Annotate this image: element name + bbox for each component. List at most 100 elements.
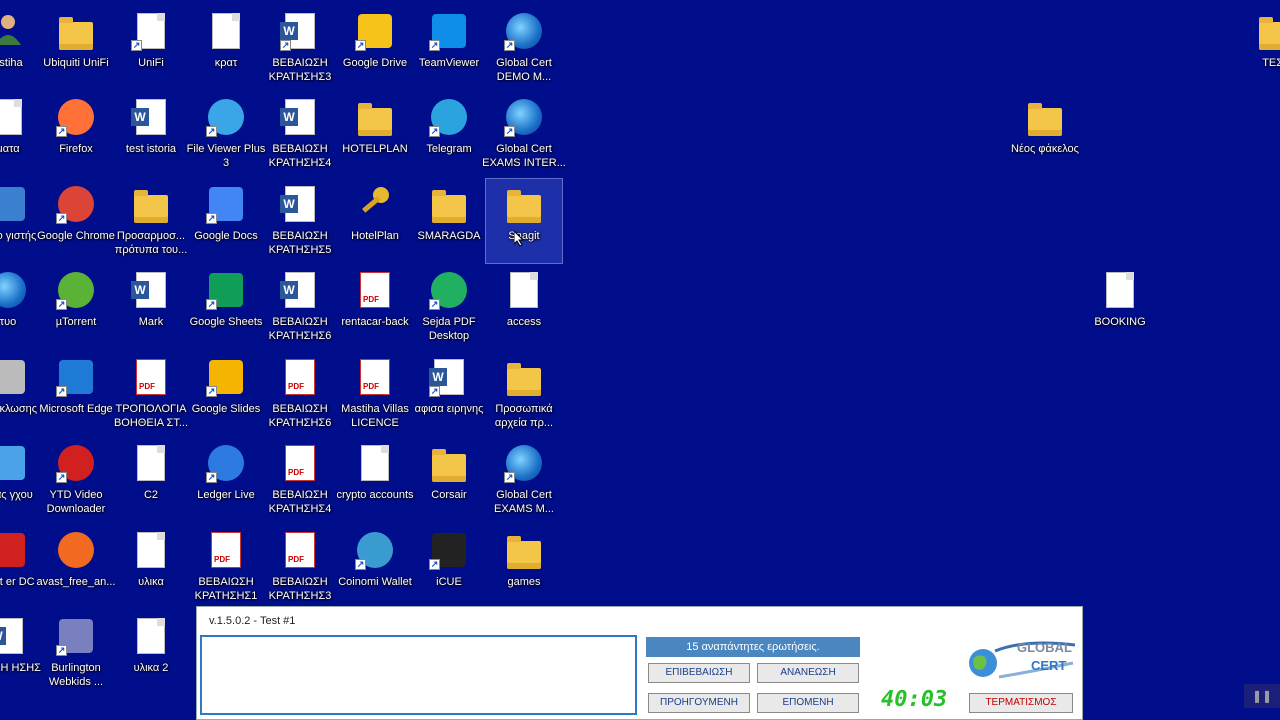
desktop-icon[interactable]: ↗ Telegram	[411, 92, 487, 176]
desktop-icon[interactable]: Corsair	[411, 438, 487, 522]
desktop-icon-label: Google Slides	[191, 403, 261, 415]
desktop-icon-label: Firefox	[59, 143, 93, 155]
desktop-icon-label: avast_free_an...	[36, 576, 116, 588]
confirm-button[interactable]: ΕΠΙΒΕΒΑΙΩΣΗ	[648, 663, 750, 683]
desktop-icon-label: Burlington Webkids ...	[48, 662, 104, 688]
shortcut-arrow-icon: ↗	[429, 40, 440, 51]
desktop-icon[interactable]: ↗ Google Drive	[337, 6, 413, 90]
desktop-icon[interactable]: W Mark	[113, 265, 189, 349]
desktop-icon-label: ΒΕΒΑΙΩΣΗ ΚΡΑΤΗΣΗΣ3	[268, 576, 332, 602]
finish-button[interactable]: ΤΕΡΜΑΤΙΣΜΟΣ	[969, 693, 1073, 713]
folder-icon	[503, 529, 545, 571]
desktop-icon[interactable]: υλικα 2	[113, 611, 189, 695]
desktop-icon[interactable]: ↗ TeamViewer	[411, 6, 487, 90]
desktop-icon[interactable]: W ΒΕΒΑΙΩΣΗ ΚΡΑΤΗΣΗΣ4	[262, 92, 338, 176]
desktop-icon[interactable]: ↗ iCUE	[411, 525, 487, 609]
desktop-icon[interactable]: ↗ Global Cert EXAMS M...	[486, 438, 562, 522]
desktop-icon-label: Corsair	[431, 489, 467, 501]
desktop-icon[interactable]: Snagit	[485, 178, 563, 264]
desktop-icon[interactable]: access	[486, 265, 562, 349]
desktop-icon[interactable]: ↗ µTorrent	[38, 265, 114, 349]
desktop-icon[interactable]: PDF ΒΕΒΑΙΩΣΗ ΚΡΑΤΗΣΗΣ6	[262, 352, 338, 436]
desktop-icon[interactable]: ↗ Google Docs	[188, 179, 264, 263]
desktop-icon[interactable]: Wtest istoria	[113, 92, 189, 176]
folder-icon	[130, 183, 172, 225]
word-document-icon: W	[279, 269, 321, 311]
next-button[interactable]: ΕΠΟΜΕΝΗ	[757, 693, 859, 713]
desktop-icon[interactable]: PDF ΒΕΒΑΙΩΣΗ ΚΡΑΤΗΣΗΣ1	[188, 525, 264, 609]
globe-icon	[0, 269, 29, 311]
desktop-icon[interactable]: W ΒΕΒΑΙΩΣΗ ΚΡΑΤΗΣΗΣ6	[262, 265, 338, 349]
shortcut-arrow-icon: ↗	[56, 126, 67, 137]
desktop-icon[interactable]: PDF ΤΡΟΠΟΛΟΓΙΑ ΒΟΗΘΕΙΑ ΣΤ...	[113, 352, 189, 436]
desktop-icon[interactable]: ↗ Firefox	[38, 92, 114, 176]
desktop-icon[interactable]: ↗ YTD Video Downloader	[38, 438, 114, 522]
app-icon: ↗	[55, 96, 97, 138]
previous-button[interactable]: ΠΡΟΗΓΟΥΜΕΝΗ	[648, 693, 750, 713]
word-document-icon: W	[279, 183, 321, 225]
desktop-icon[interactable]: ↗ Burlington Webkids ...	[38, 611, 114, 695]
app-icon: ↗	[205, 269, 247, 311]
app-icon: ↗	[428, 269, 470, 311]
desktop-icon-label: SMARAGDA	[417, 230, 481, 242]
desktop-icon[interactable]: ΤΕΣΤ	[1238, 6, 1280, 90]
desktop-icon-label: test istoria	[125, 143, 177, 155]
desktop-icon-label: ΤΡΟΠΟΛΟΓΙΑ ΒΟΗΘΕΙΑ ΣΤ...	[113, 403, 189, 429]
desktop-icon[interactable]: HOTELPLAN	[337, 92, 413, 176]
desktop-icon[interactable]: ↗ Global Cert DEMO M...	[486, 6, 562, 90]
desktop-icon-label: ΒΕΒΑΙΩΣΗ ΚΡΑΤΗΣΗΣ6	[268, 316, 332, 342]
desktop-icon[interactable]: W ΒΕΒΑΙΩΣΗ ΚΡΑΤΗΣΗΣ5	[262, 179, 338, 263]
desktop-icon[interactable]: ↗ UniFi	[113, 6, 189, 90]
desktop-icon[interactable]: BOOKING	[1082, 265, 1158, 349]
countdown-timer: 40:03	[881, 687, 948, 712]
desktop-icon[interactable]: ↗ Coinomi Wallet	[337, 525, 413, 609]
desktop-icon[interactable]: W ↗ αφισα ειρηνης	[411, 352, 487, 436]
desktop-icon[interactable]: crypto accounts	[336, 438, 414, 522]
desktop-icon[interactable]: W ↗ ΒΕΒΑΙΩΣΗ ΚΡΑΤΗΣΗΣ3	[262, 6, 338, 90]
word-document-icon: W ↗	[279, 10, 321, 52]
desktop-icon[interactable]: ↗ Google Slides	[188, 352, 264, 436]
desktop-icon-label: ΤΕΣΤ	[1262, 57, 1280, 69]
desktop-icon[interactable]: κρατ	[188, 6, 264, 90]
desktop-icon[interactable]: avast_free_an...	[37, 525, 115, 609]
pdf-file-icon: PDF	[130, 356, 172, 398]
pause-icon[interactable]: ❚❚	[1244, 684, 1280, 708]
desktop-icon-label: BOOKING	[1094, 316, 1146, 328]
desktop-icon[interactable]: Ubiquiti UniFi	[38, 6, 114, 90]
desktop-icon[interactable]: ↗ Google Sheets	[188, 265, 264, 349]
refresh-button[interactable]: ΑΝΑΝΕΩΣΗ	[757, 663, 859, 683]
desktop-icon[interactable]: ↗ File Viewer Plus 3	[187, 92, 265, 176]
desktop-icon[interactable]: ↗ Sejda PDF Desktop	[411, 265, 487, 349]
shortcut-arrow-icon: ↗	[56, 299, 67, 310]
desktop-icon-label: Global Cert DEMO M...	[496, 57, 552, 83]
desktop-icon[interactable]: SMARAGDA	[411, 179, 487, 263]
desktop-icon[interactable]: ↗ Global Cert EXAMS INTER...	[482, 92, 566, 176]
desktop-icon[interactable]: Νέος φάκελος	[1007, 92, 1083, 176]
app-icon: ↗	[55, 269, 97, 311]
desktop-icon-label: υλικα 2	[133, 662, 169, 674]
app-icon: ↗	[354, 529, 396, 571]
shortcut-arrow-icon: ↗	[206, 299, 217, 310]
folder-icon	[428, 442, 470, 484]
desktop-icon[interactable]: PDF rentacar-back	[337, 265, 413, 349]
desktop-icon[interactable]: games	[486, 525, 562, 609]
desktop-icon-label: Προσαρμοσ... πρότυπα του...	[114, 230, 188, 256]
desktop-icon[interactable]: ↗ Ledger Live	[188, 438, 264, 522]
desktop-icon[interactable]: HotelPlan	[337, 179, 413, 263]
answer-area[interactable]	[200, 635, 637, 715]
document-icon: ↗	[130, 10, 172, 52]
folder-icon	[354, 96, 396, 138]
desktop-icon[interactable]: ↗ Microsoft Edge	[38, 352, 114, 436]
desktop-icon[interactable]: C2	[113, 438, 189, 522]
desktop-icon[interactable]: PDF ΒΕΒΑΙΩΣΗ ΚΡΑΤΗΣΗΣ4	[262, 438, 338, 522]
desktop-icon-label: crypto accounts	[336, 489, 414, 501]
shortcut-arrow-icon: ↗	[280, 40, 291, 51]
desktop-icon[interactable]: ↗ Google Chrome	[37, 179, 115, 263]
desktop-icon[interactable]: Προσωπικά αρχεία πρ...	[486, 352, 562, 436]
desktop-icon-label: υλικα	[138, 576, 164, 588]
desktop-icon[interactable]: PDF ΒΕΒΑΙΩΣΗ ΚΡΑΤΗΣΗΣ3	[262, 525, 338, 609]
desktop-icon[interactable]: Προσαρμοσ... πρότυπα του...	[113, 179, 189, 263]
desktop-icon-label: Google Docs	[194, 230, 258, 242]
desktop-icon[interactable]: PDF Mastiha Villas LICENCE	[337, 352, 413, 436]
desktop-icon[interactable]: υλικα	[113, 525, 189, 609]
